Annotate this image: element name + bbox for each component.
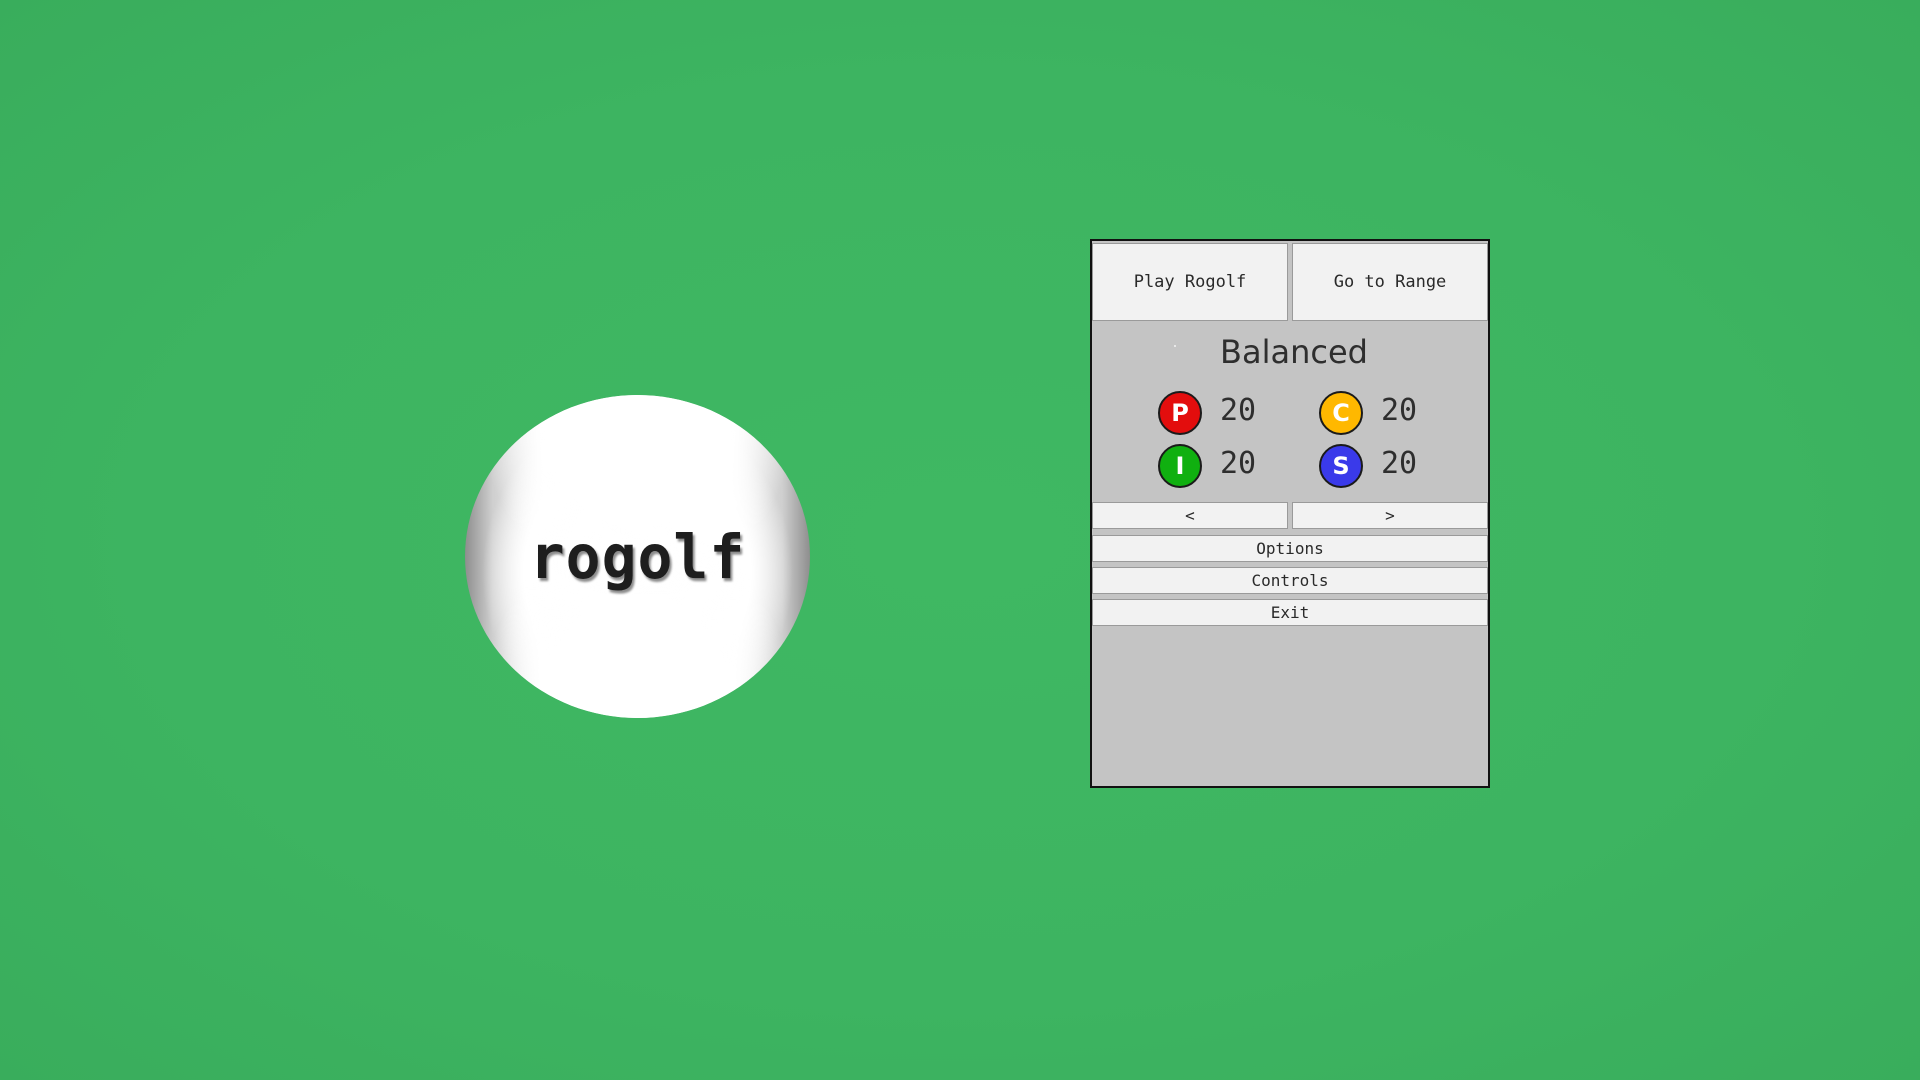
controls-button[interactable]: Controls <box>1092 567 1488 594</box>
s-stat-icon: S <box>1319 444 1363 488</box>
play-rogolf-button[interactable]: Play Rogolf <box>1092 243 1288 321</box>
previous-profile-button[interactable]: < <box>1092 502 1288 529</box>
stat-s-value: 20 <box>1381 446 1418 481</box>
next-profile-button[interactable]: > <box>1292 502 1488 529</box>
p-stat-icon: P <box>1158 391 1202 435</box>
stat-c-value: 20 <box>1381 393 1418 428</box>
stat-i-value: 20 <box>1220 446 1257 481</box>
mode-buttons: Play Rogolf Go to Range <box>1092 243 1488 321</box>
profile-name: Balanced <box>1220 333 1368 371</box>
i-stat-icon: I <box>1158 444 1202 488</box>
rogolf-logo-ball: rogolf <box>465 395 810 718</box>
logo-text: rogolf <box>529 521 746 593</box>
go-to-range-button[interactable]: Go to Range <box>1292 243 1488 321</box>
c-stat-icon: C <box>1319 391 1363 435</box>
main-menu-panel: Play Rogolf Go to Range Balanced P 20 C … <box>1090 239 1490 788</box>
stat-p-value: 20 <box>1220 393 1257 428</box>
options-button[interactable]: Options <box>1092 535 1488 562</box>
exit-button[interactable]: Exit <box>1092 599 1488 626</box>
